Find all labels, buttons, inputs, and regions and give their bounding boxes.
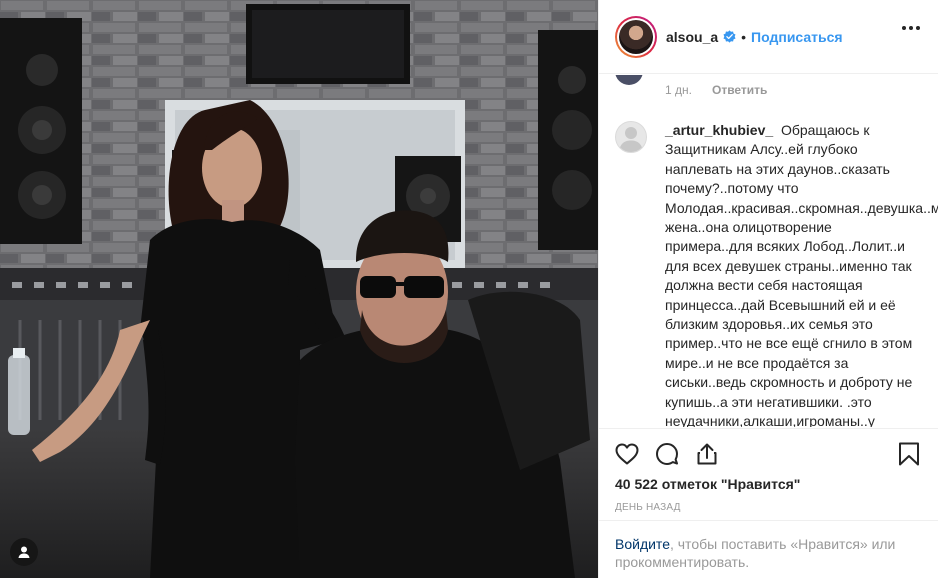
like-button[interactable] xyxy=(615,442,639,466)
previous-commenter-avatar[interactable] xyxy=(615,75,643,85)
comment-button[interactable] xyxy=(655,442,679,466)
share-icon xyxy=(697,443,717,464)
default-avatar-icon xyxy=(619,127,643,152)
login-prompt: Войдите, чтобы поставить «Нравится» или … xyxy=(599,520,938,571)
more-options-icon[interactable] xyxy=(902,26,920,30)
commenter-avatar[interactable] xyxy=(615,121,647,153)
comment-text: Обращаюсь к Защитникам Алсу..ей глубоко … xyxy=(665,122,938,427)
user-tag-button[interactable] xyxy=(10,538,38,566)
comment-text-block: _artur_khubiev_ Обращаюсь к Защитникам А… xyxy=(665,121,938,427)
post-details-panel: alsou_a • Подписаться 1 дн. Ответить _ar… xyxy=(598,0,938,578)
verified-badge-icon xyxy=(723,30,736,43)
previous-comment-meta: 1 дн. Ответить xyxy=(665,83,767,97)
heart-icon xyxy=(615,443,639,464)
comment-icon xyxy=(656,442,678,465)
login-link[interactable]: Войдите xyxy=(615,536,670,552)
photo-illustration xyxy=(0,0,598,578)
post-date[interactable]: день назад xyxy=(615,502,681,513)
bookmark-icon xyxy=(899,442,919,466)
author-username[interactable]: alsou_a xyxy=(666,29,718,45)
commenter-username[interactable]: _artur_khubiev_ xyxy=(665,122,773,138)
follow-button[interactable]: Подписаться xyxy=(751,29,843,45)
share-button[interactable] xyxy=(695,442,719,466)
author-avatar[interactable] xyxy=(615,15,657,58)
comments-list[interactable]: 1 дн. Ответить _artur_khubiev_ Обращаюсь… xyxy=(599,75,938,427)
post-header: alsou_a • Подписаться xyxy=(599,0,938,74)
user-tag-icon xyxy=(18,546,30,558)
action-bar xyxy=(599,428,938,478)
reply-button[interactable]: Ответить xyxy=(712,83,767,97)
header-separator: • xyxy=(741,28,747,45)
comment-time: 1 дн. xyxy=(665,83,692,97)
comment-item: _artur_khubiev_ Обращаюсь к Защитникам А… xyxy=(615,121,938,427)
likes-count[interactable]: 40 522 отметок "Нравится" xyxy=(615,476,800,492)
post-photo[interactable] xyxy=(0,0,598,578)
save-button[interactable] xyxy=(898,442,920,471)
